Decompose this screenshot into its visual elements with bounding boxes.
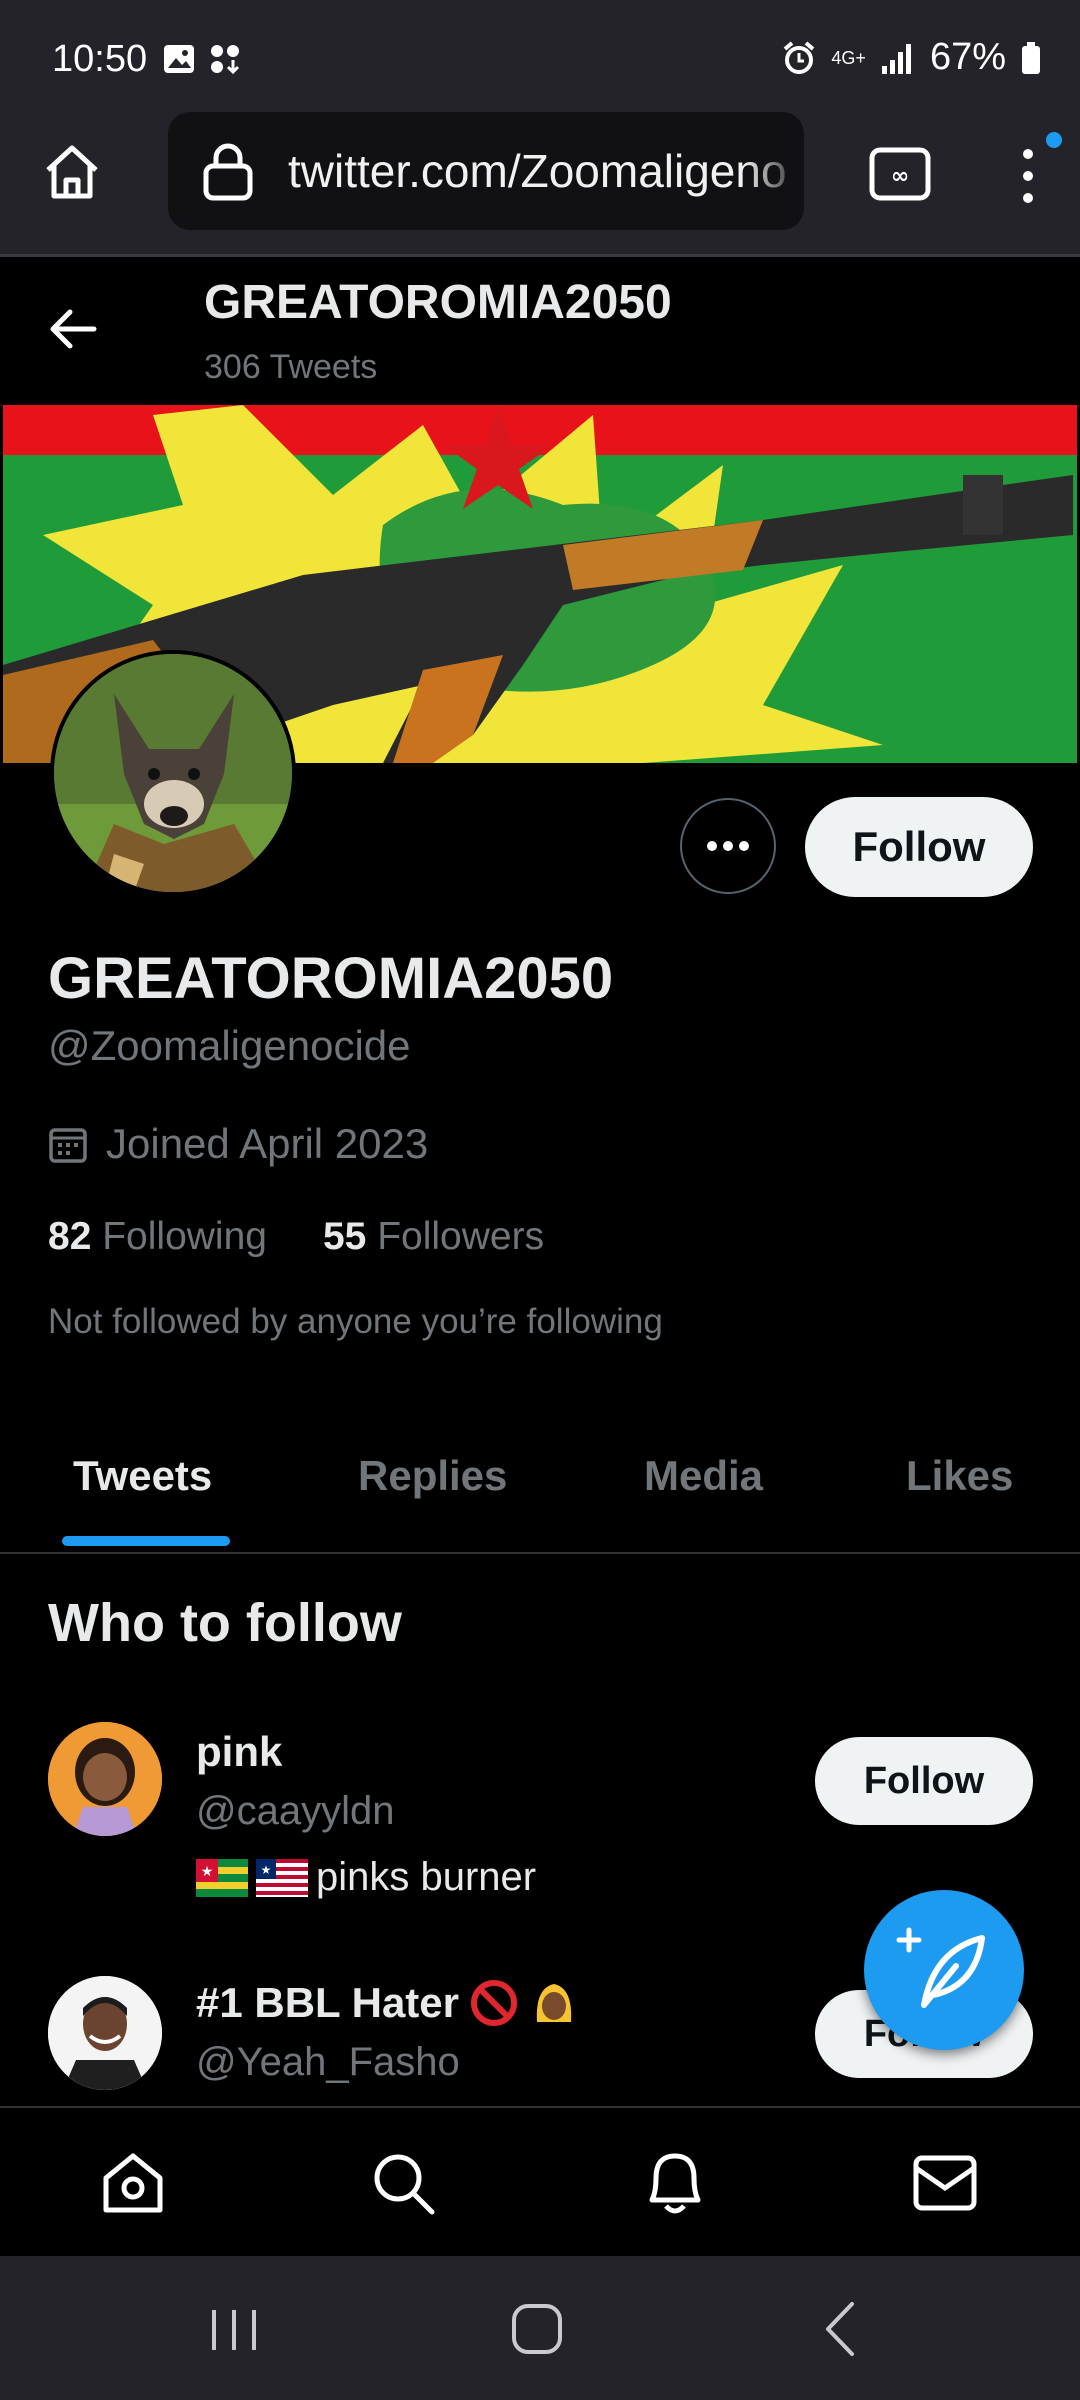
- alarm-icon: [784, 40, 815, 74]
- url-bar[interactable]: twitter.com/Zoomaligenocide: [168, 112, 804, 230]
- back-arrow-icon[interactable]: [48, 306, 98, 352]
- svg-text:∞: ∞: [891, 164, 909, 189]
- tab-likes[interactable]: Likes: [906, 1452, 1013, 1500]
- search-icon[interactable]: [370, 2150, 436, 2216]
- togo-flag-icon: ★: [196, 1858, 248, 1897]
- tab-switcher-icon[interactable]: ∞: [868, 146, 932, 202]
- suggestion-avatar[interactable]: [48, 1722, 162, 1836]
- gallery-notification-icon: [164, 45, 194, 73]
- battery-percent: 67%: [929, 36, 1006, 78]
- recent-apps-icon[interactable]: [208, 2306, 260, 2354]
- messages-mail-icon[interactable]: [912, 2154, 978, 2212]
- status-time: 10:50: [52, 38, 148, 80]
- active-tab-indicator: [62, 1536, 230, 1546]
- avatar-image: [54, 654, 292, 892]
- home-button-icon[interactable]: [510, 2302, 564, 2356]
- url-fade: [744, 112, 804, 230]
- profile-tabs: Tweets Replies Media Likes: [0, 1420, 1080, 1554]
- tab-media[interactable]: Media: [644, 1452, 763, 1500]
- calendar-icon: [49, 1128, 87, 1163]
- following-link[interactable]: 82 Following: [48, 1215, 267, 1259]
- back-icon[interactable]: [820, 2300, 860, 2358]
- home-icon[interactable]: [40, 140, 104, 204]
- status-right: 4G+ 67%: [781, 36, 1042, 79]
- avatar-image: [48, 1722, 162, 1836]
- suggestion-follow-button[interactable]: Follow: [815, 1737, 1033, 1825]
- follow-stats: 82 Following 55 Followers: [48, 1215, 544, 1259]
- tab-tweets[interactable]: Tweets: [73, 1452, 212, 1500]
- avatar-image: [48, 1976, 162, 2090]
- joined-text: Joined April 2023: [106, 1120, 429, 1167]
- suggestion-avatar[interactable]: [48, 1976, 162, 2090]
- suggestion-handle[interactable]: @Yeah_Fasho: [196, 2040, 460, 2085]
- profile-avatar[interactable]: [50, 650, 296, 896]
- joined-date: Joined April 2023: [48, 1120, 428, 1168]
- liberia-flag-icon: ★: [256, 1858, 308, 1897]
- followers-label: Followers: [377, 1215, 545, 1258]
- bottom-navigation: [0, 2106, 1080, 2258]
- suggestion-name[interactable]: pink: [196, 1728, 282, 1776]
- lock-icon[interactable]: [200, 140, 256, 202]
- suggestion-handle[interactable]: @caayyldn: [196, 1789, 394, 1834]
- following-label: Following: [102, 1215, 267, 1258]
- header-title: GREATOROMIA2050: [204, 276, 672, 329]
- followers-link[interactable]: 55 Followers: [323, 1215, 544, 1259]
- home-icon[interactable]: [100, 2150, 166, 2216]
- system-navigation-bar: [0, 2256, 1080, 2400]
- prohibited-emoji-icon: [471, 1980, 517, 2026]
- suggestion-bio: ★ ★ pinks burner: [196, 1855, 536, 1900]
- more-options-button[interactable]: [680, 798, 776, 894]
- suggestion-name-row[interactable]: #1 BBL Hater: [196, 1978, 579, 2028]
- followers-count: 55: [322, 1215, 367, 1258]
- profile-name: GREATOROMIA2050: [48, 946, 614, 1011]
- notifications-bell-icon[interactable]: [642, 2148, 708, 2218]
- app-notification-icon: [211, 45, 240, 75]
- battery-icon: [1022, 41, 1040, 74]
- header-tweet-count: 306 Tweets: [204, 348, 378, 386]
- compose-tweet-button[interactable]: [864, 1890, 1024, 2050]
- compose-feather-icon: [896, 1927, 985, 2008]
- suggestion-name: #1 BBL Hater: [196, 1979, 459, 2026]
- svg-text:★: ★: [201, 1864, 214, 1880]
- more-vert-icon[interactable]: [1012, 140, 1052, 220]
- network-type: 4G+: [831, 47, 866, 68]
- status-bar: 10:50 4G+ 67%: [0, 0, 1080, 110]
- following-count: 82: [48, 1215, 92, 1258]
- more-horizontal-icon: [707, 841, 749, 851]
- signal-icon: [881, 43, 911, 74]
- url-text[interactable]: twitter.com/Zoomaligenocide: [288, 144, 788, 198]
- svg-text:★: ★: [261, 1863, 272, 1877]
- suggestion-bio-text: pinks burner: [316, 1855, 537, 1899]
- follow-button[interactable]: Follow: [805, 797, 1033, 897]
- who-to-follow-title: Who to follow: [48, 1593, 402, 1653]
- update-dot: [1046, 132, 1062, 148]
- tab-replies[interactable]: Replies: [358, 1452, 507, 1500]
- profile-handle: @Zoomaligenocide: [48, 1022, 411, 1069]
- browser-toolbar: twitter.com/Zoomaligenocide ∞: [0, 110, 1080, 257]
- person-emoji-icon: [536, 1984, 572, 2022]
- not-followed-note: Not followed by anyone you’re following: [48, 1302, 663, 1341]
